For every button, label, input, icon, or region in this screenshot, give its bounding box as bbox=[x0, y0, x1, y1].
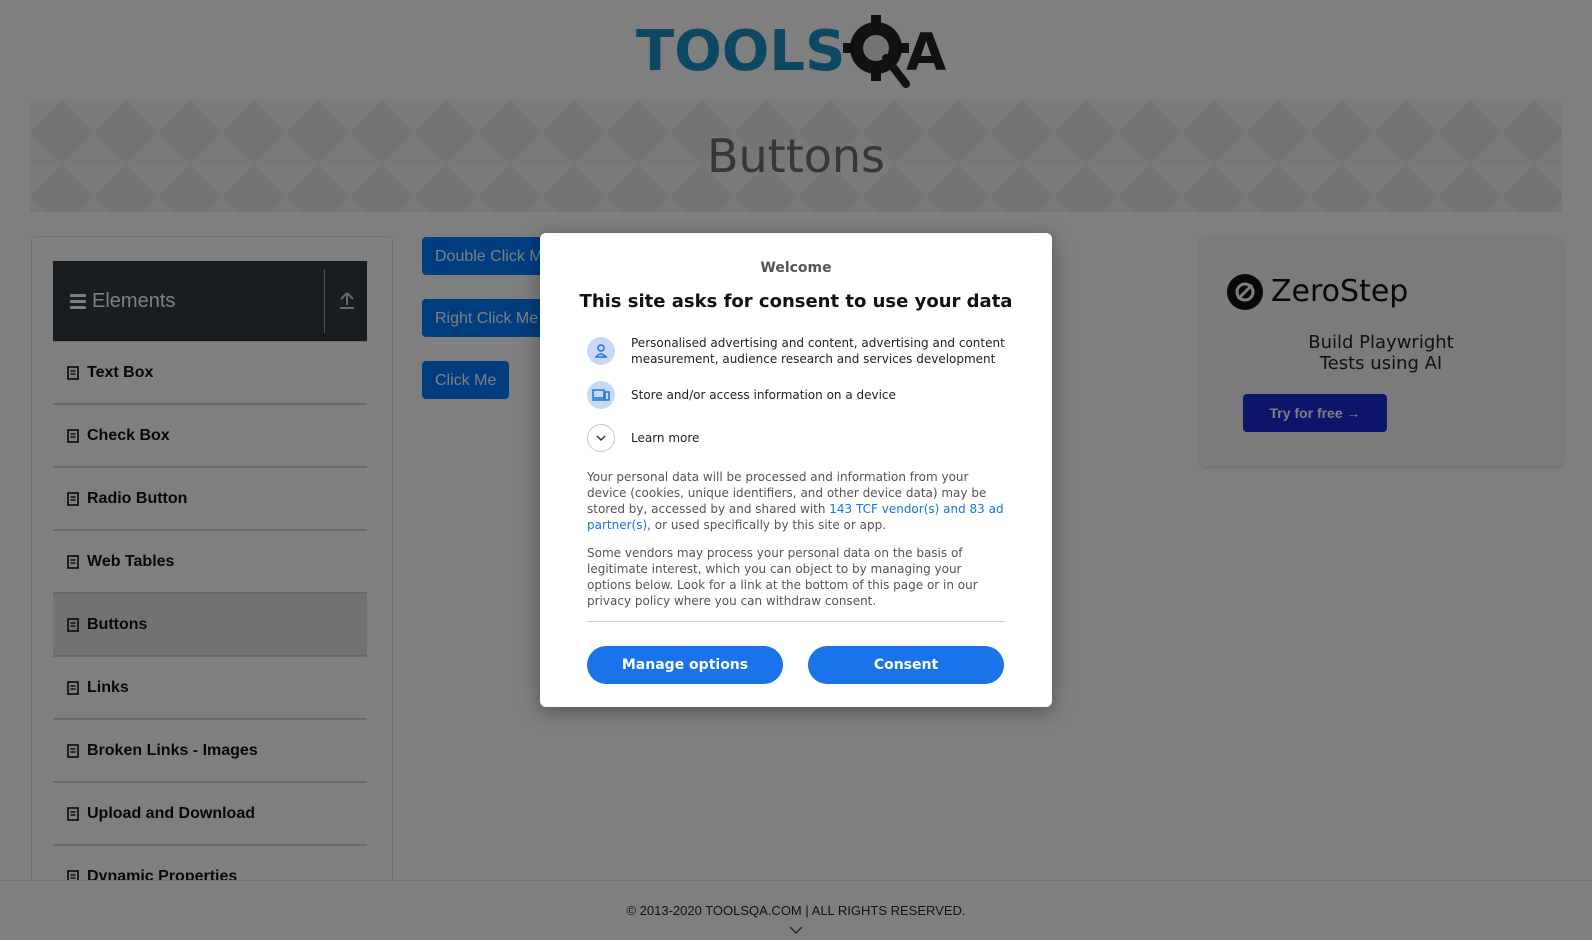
consent-paragraph-2: Some vendors may process your personal d… bbox=[587, 546, 978, 608]
purpose-advertising: Personalised advertising and content, ad… bbox=[587, 335, 1011, 367]
manage-options-button[interactable]: Manage options bbox=[587, 646, 783, 684]
chevron-down-icon[interactable] bbox=[587, 424, 615, 452]
learn-more-toggle[interactable]: Learn more bbox=[587, 424, 1011, 452]
person-icon bbox=[587, 337, 615, 365]
consent-paragraph-1: Your personal data will be processed and… bbox=[587, 469, 1005, 533]
purpose-device-text: Store and/or access information on a dev… bbox=[631, 388, 896, 402]
purpose-device: Store and/or access information on a dev… bbox=[587, 381, 1011, 409]
consent-welcome: Welcome bbox=[760, 260, 832, 276]
devices-icon bbox=[587, 381, 615, 409]
consent-dialog: Welcome This site asks for consent to us… bbox=[540, 233, 1052, 707]
divider bbox=[587, 621, 1005, 622]
consent-paragraph-1-end: , or used specifically by this site or a… bbox=[647, 518, 887, 532]
learn-more-label[interactable]: Learn more bbox=[631, 430, 1011, 446]
consent-button[interactable]: Consent bbox=[808, 646, 1004, 684]
purpose-advertising-text: Personalised advertising and content, ad… bbox=[631, 336, 1005, 366]
consent-heading: This site asks for consent to use your d… bbox=[579, 291, 1013, 312]
